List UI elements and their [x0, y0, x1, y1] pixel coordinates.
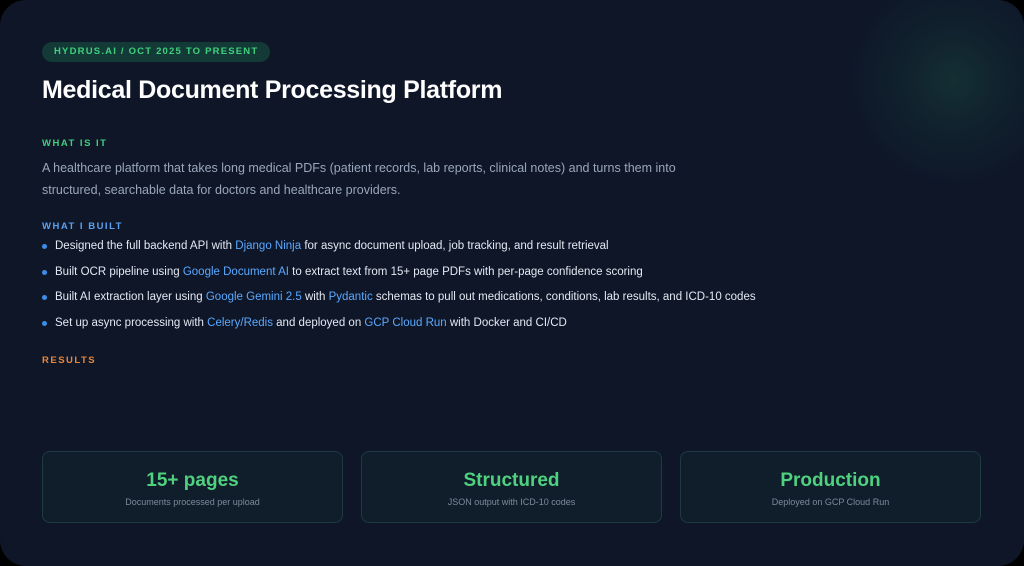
results-label: RESULTS: [42, 355, 97, 366]
bullet-dot-icon: [42, 295, 47, 300]
tech-highlight: Google Gemini 2.5: [205, 291, 302, 303]
built-item: Built AI extraction layer using Google G…: [42, 289, 756, 315]
company-date-badge: HYDRUS.AI / OCT 2025 TO PRESENT: [42, 42, 271, 62]
built-item: Set up async processing with Celery/Redi…: [42, 315, 756, 341]
built-item: Designed the full backend API with Djang…: [42, 238, 756, 264]
what-is-it-label: WHAT IS IT: [42, 138, 108, 149]
bullet-dot-icon: [42, 244, 47, 249]
bullet-dot-icon: [42, 320, 47, 326]
stat-value: 15+ pages: [146, 470, 239, 491]
tech-highlight: Django Ninja: [235, 240, 302, 252]
stat-value: Production: [780, 470, 881, 491]
corner-glow: [844, 0, 1024, 190]
project-card: HYDRUS.AI / OCT 2025 TO PRESENT Medical …: [0, 0, 1024, 566]
what-i-built-label: WHAT I BUILT: [42, 221, 123, 232]
built-item: Built OCR pipeline using Google Document…: [42, 264, 756, 290]
bullet-dot-icon: [42, 269, 47, 275]
stat-value: Structured: [463, 470, 560, 491]
tech-highlight: Google Document AI: [182, 265, 289, 278]
project-description: A healthcare platform that takes long me…: [42, 161, 676, 197]
tech-highlight: GCP Cloud Run: [364, 316, 447, 329]
stat-caption: Deployed on GCP Cloud Run: [771, 497, 890, 507]
page-title: Medical Document Processing Platform: [42, 76, 503, 104]
stat-caption: JSON output with ICD-10 codes: [447, 497, 576, 507]
stat-card-pages: 15+ pages Documents processed per upload: [42, 451, 343, 523]
stat-card-structured: Structured JSON output with ICD-10 codes: [361, 451, 662, 523]
tech-highlight: Pydantic: [328, 291, 373, 303]
stat-caption: Documents processed per upload: [125, 497, 260, 507]
built-list: Designed the full backend API with Djang…: [42, 238, 756, 340]
stat-card-production: Production Deployed on GCP Cloud Run: [680, 451, 981, 523]
tech-highlight: Celery/Redis: [207, 316, 273, 329]
